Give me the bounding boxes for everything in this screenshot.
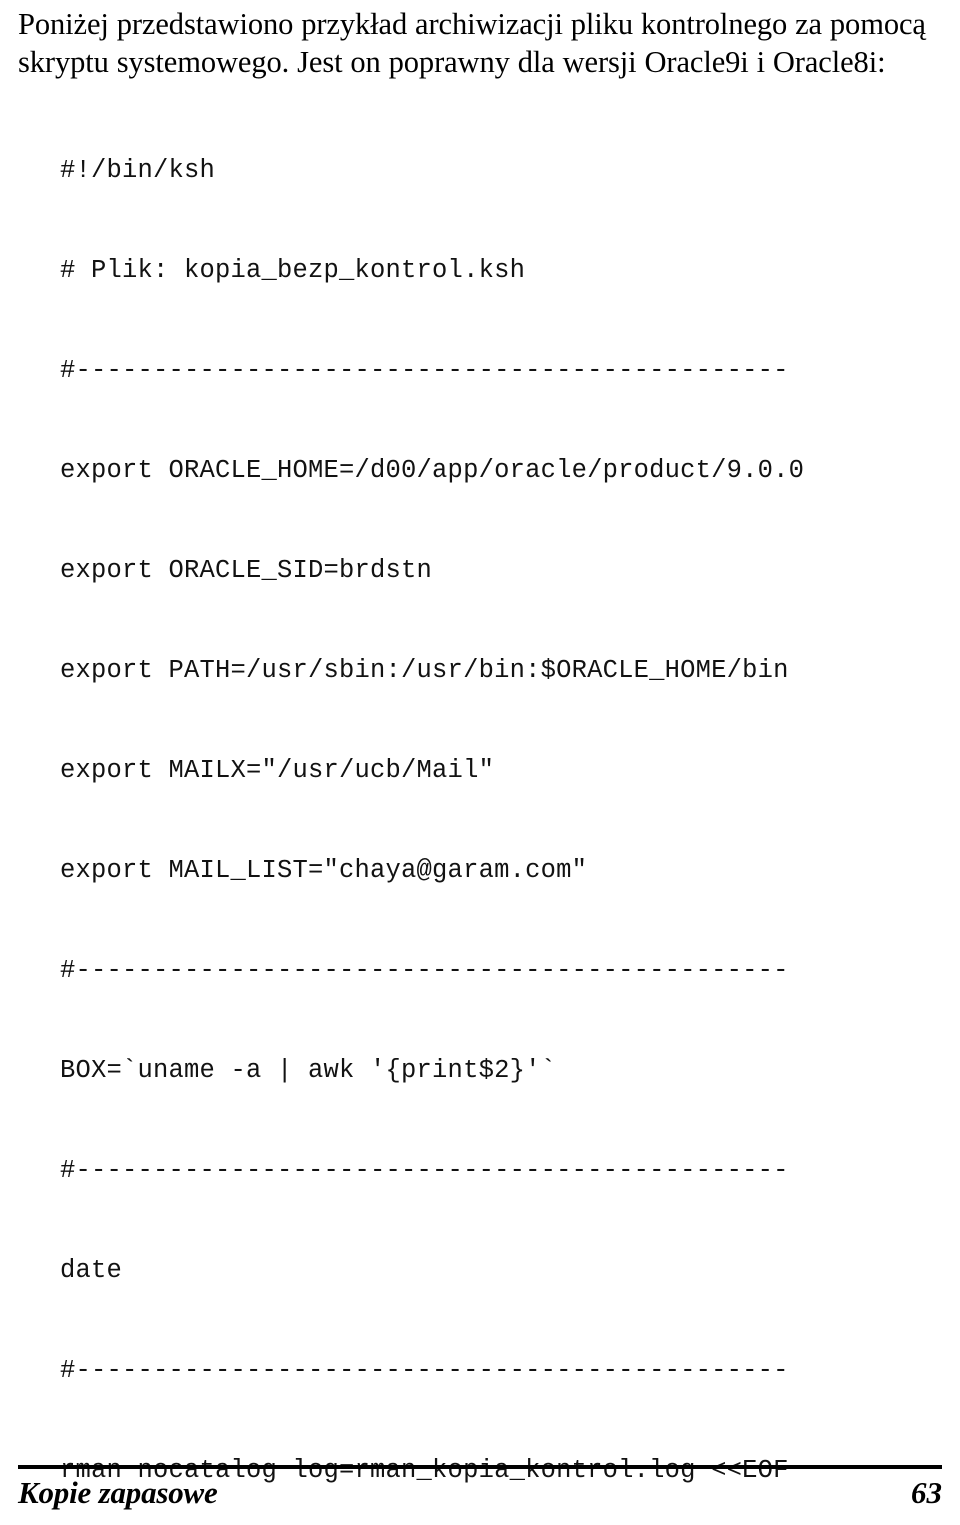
- code-line: date: [60, 1256, 123, 1286]
- code-line: export MAIL_LIST="chaya@garam.com": [60, 855, 588, 885]
- code-line: #---------------------------------------…: [60, 1156, 789, 1185]
- code-line: #!/bin/ksh: [60, 155, 216, 185]
- footer-chapter-title: Kopie zapasowe: [18, 1475, 218, 1510]
- page-footer: Kopie zapasowe 63: [18, 1465, 942, 1511]
- code-line: export PATH=/usr/sbin:/usr/bin:$ORACLE_H…: [60, 655, 789, 685]
- footer-page-number: 63: [911, 1475, 942, 1510]
- footer-divider: [18, 1465, 942, 1469]
- document-page: Poniżej przedstawiono przykład archiwiza…: [0, 0, 960, 1525]
- shell-script-code-block: #!/bin/ksh # Plik: kopia_bezp_kontrol.ks…: [18, 87, 942, 1525]
- code-line: #---------------------------------------…: [60, 955, 789, 985]
- code-line: BOX=`uname -a | awk '{print$2}'`: [60, 1055, 557, 1085]
- intro-paragraph: Poniżej przedstawiono przykład archiwiza…: [18, 7, 926, 79]
- code-line: export ORACLE_HOME=/d00/app/oracle/produ…: [60, 455, 805, 485]
- footer-row: Kopie zapasowe 63: [18, 1475, 942, 1511]
- page-content: Poniżej przedstawiono przykład archiwiza…: [0, 0, 960, 1525]
- code-line: export MAILX="/usr/ucb/Mail": [60, 755, 495, 785]
- code-line: #---------------------------------------…: [60, 355, 789, 385]
- code-line: export ORACLE_SID=brdstn: [60, 555, 433, 585]
- code-line: #---------------------------------------…: [60, 1356, 789, 1386]
- code-line: # Plik: kopia_bezp_kontrol.ksh: [60, 255, 526, 285]
